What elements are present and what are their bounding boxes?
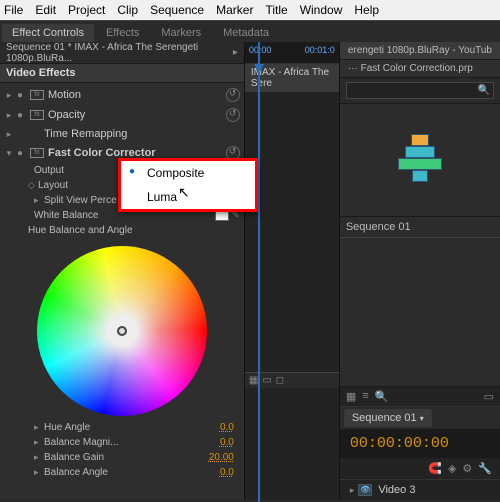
param-hue-angle[interactable]: ▸Hue Angle 0.0 bbox=[0, 420, 244, 435]
dropdown-option-composite[interactable]: Composite bbox=[121, 161, 255, 185]
preset-thumbnail[interactable] bbox=[398, 134, 442, 182]
chevron-right-icon: ▸ bbox=[233, 47, 238, 58]
menu-window[interactable]: Window bbox=[300, 3, 343, 17]
time-ruler[interactable]: 00:0000:01:0 bbox=[245, 42, 339, 64]
list-view-icon[interactable]: ≡ bbox=[362, 390, 368, 403]
menu-sequence[interactable]: Sequence bbox=[150, 3, 204, 17]
clip-tab[interactable]: IMAX - Africa The Sere bbox=[245, 64, 339, 92]
color-wheel[interactable] bbox=[37, 246, 207, 416]
timeline-panel: ▦ ≡ 🔍 ▭ Sequence 01 ▾ 00:00:00:00 🧲 ◈ ⚙ … bbox=[340, 386, 500, 500]
preset-title: ··· Fast Color Correction.prp bbox=[340, 60, 500, 78]
twirl-icon[interactable]: ▸ bbox=[4, 90, 14, 101]
project-title: erengeti 1080p.BluRay - YouTub bbox=[340, 42, 500, 60]
video-effects-header: Video Effects bbox=[0, 64, 244, 83]
timeline-mini-panel: 00:0000:01:0 IMAX - Africa The Sere ▦ ▭ … bbox=[245, 42, 340, 500]
tool-icon[interactable]: ◻ bbox=[276, 375, 284, 386]
new-bin-icon[interactable]: ▭ bbox=[484, 390, 494, 403]
fx-badge-icon: fx bbox=[30, 90, 44, 100]
dropdown-option-luma[interactable]: Luma bbox=[121, 185, 255, 209]
output-dropdown-menu: Composite Luma bbox=[118, 158, 258, 212]
tool-icon[interactable]: ▭ bbox=[262, 375, 271, 386]
search-input[interactable] bbox=[346, 82, 494, 99]
snap-icon[interactable]: 🧲 bbox=[428, 462, 442, 475]
panel-tab-strip: Effect Controls Effects Markers Metadata bbox=[0, 20, 500, 42]
right-panel: erengeti 1080p.BluRay - YouTub ··· Fast … bbox=[340, 42, 500, 500]
eye-icon[interactable]: 👁 bbox=[358, 484, 372, 496]
search-icon[interactable]: 🔍 bbox=[478, 85, 490, 96]
sequence-breadcrumb[interactable]: Sequence 01 * IMAX - Africa The Serenget… bbox=[0, 42, 244, 64]
param-balance-magnitude[interactable]: ▸Balance Magni... 0.0 bbox=[0, 435, 244, 450]
menu-marker[interactable]: Marker bbox=[216, 3, 253, 17]
marker-icon[interactable]: ◈ bbox=[448, 462, 456, 475]
mid-tool-row: ▦ ▭ ◻ bbox=[245, 372, 339, 388]
menu-file[interactable]: File bbox=[4, 3, 23, 17]
preset-sequence-label[interactable]: Sequence 01 bbox=[340, 216, 500, 238]
timeline-tab-sequence[interactable]: Sequence 01 ▾ bbox=[344, 409, 432, 427]
white-balance-swatch[interactable] bbox=[215, 211, 229, 221]
effect-opacity[interactable]: ▸● fx Opacity bbox=[0, 105, 244, 125]
tab-markers[interactable]: Markers bbox=[151, 24, 211, 42]
param-balance-angle[interactable]: ▸Balance Angle 0.0 bbox=[0, 465, 244, 480]
effect-time-remapping[interactable]: ▸ Time Remapping bbox=[0, 125, 244, 143]
icon-view-icon[interactable]: ▦ bbox=[346, 390, 356, 403]
tab-effect-controls[interactable]: Effect Controls bbox=[2, 24, 94, 42]
settings-icon[interactable]: ⚙ bbox=[462, 462, 472, 475]
chevron-down-icon: ▾ bbox=[420, 414, 424, 423]
menu-clip[interactable]: Clip bbox=[117, 3, 138, 17]
tab-metadata[interactable]: Metadata bbox=[213, 24, 279, 42]
menu-title[interactable]: Title bbox=[265, 3, 287, 17]
menubar: File Edit Project Clip Sequence Marker T… bbox=[0, 0, 500, 20]
timecode-display[interactable]: 00:00:00:00 bbox=[340, 429, 500, 458]
effect-motion[interactable]: ▸ ● fx Motion bbox=[0, 85, 244, 105]
wrench-icon[interactable]: 🔧 bbox=[478, 462, 492, 475]
param-balance-gain[interactable]: ▸Balance Gain 20.00 bbox=[0, 450, 244, 465]
menu-help[interactable]: Help bbox=[354, 3, 379, 17]
track-video-3[interactable]: ▸ 👁 Video 3 bbox=[340, 479, 500, 500]
effect-controls-panel: Sequence 01 * IMAX - Africa The Serenget… bbox=[0, 42, 245, 500]
color-wheel-center[interactable] bbox=[117, 326, 127, 336]
menu-edit[interactable]: Edit bbox=[35, 3, 56, 17]
reset-icon[interactable] bbox=[226, 108, 240, 122]
search-toggle-icon[interactable]: 🔍 bbox=[375, 390, 389, 403]
reset-icon[interactable] bbox=[226, 88, 240, 102]
tab-effects[interactable]: Effects bbox=[96, 24, 149, 42]
param-hue-balance-angle: Hue Balance and Angle bbox=[0, 223, 244, 238]
tool-icon[interactable]: ▦ bbox=[249, 375, 258, 386]
menu-project[interactable]: Project bbox=[68, 3, 105, 17]
